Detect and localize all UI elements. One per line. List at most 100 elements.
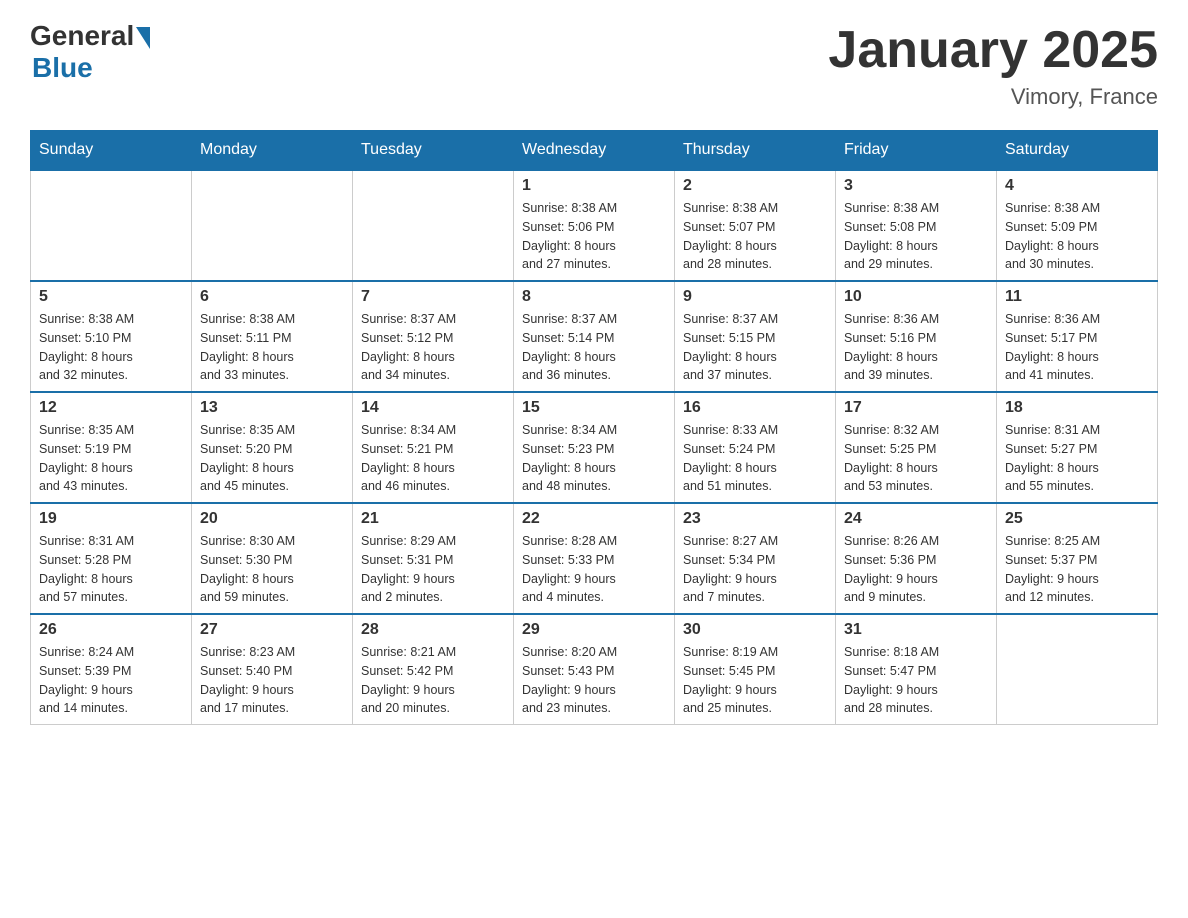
page-header: General Blue January 2025 Vimory, France [30, 20, 1158, 110]
calendar-header-row: SundayMondayTuesdayWednesdayThursdayFrid… [31, 131, 1158, 171]
day-number: 3 [844, 177, 988, 195]
day-number: 10 [844, 288, 988, 306]
day-info: Sunrise: 8:37 AMSunset: 5:12 PMDaylight:… [361, 310, 505, 385]
calendar-cell: 5Sunrise: 8:38 AMSunset: 5:10 PMDaylight… [31, 281, 192, 392]
day-info: Sunrise: 8:38 AMSunset: 5:07 PMDaylight:… [683, 199, 827, 274]
calendar-cell: 2 Sunrise: 8:38 AMSunset: 5:07 PMDaylight… [675, 170, 836, 281]
day-info: Sunrise: 8:19 AMSunset: 5:45 PMDaylight:… [683, 643, 827, 718]
day-number: 20 [200, 510, 344, 528]
calendar-cell: 15 Sunrise: 8:34 AMSunset: 5:23 PMDayligh… [514, 392, 675, 503]
weekday-header-thursday: Thursday [675, 131, 836, 171]
day-info: Sunrise: 8:34 AMSunset: 5:21 PMDaylight:… [361, 421, 505, 496]
day-info: Sunrise: 8:38 AMSunset: 5:06 PMDaylight:… [522, 199, 666, 274]
day-info: Sunrise: 8:38 AMSunset: 5:08 PMDaylight:… [844, 199, 988, 274]
day-info: Sunrise: 8:23 AMSunset: 5:40 PMDaylight:… [200, 643, 344, 718]
day-number: 1 [522, 177, 666, 195]
day-info: Sunrise: 8:18 AMSunset: 5:47 PMDaylight:… [844, 643, 988, 718]
calendar-cell: 12 Sunrise: 8:35 AMSunset: 5:19 PMDayligh… [31, 392, 192, 503]
day-info: Sunrise: 8:31 AMSunset: 5:27 PMDaylight:… [1005, 421, 1149, 496]
day-number: 15 [522, 399, 666, 417]
day-number: 29 [522, 621, 666, 639]
calendar-cell: 20Sunrise: 8:30 AMSunset: 5:30 PMDayligh… [192, 503, 353, 614]
day-number: 31 [844, 621, 988, 639]
calendar-cell: 18 Sunrise: 8:31 AMSunset: 5:27 PMDayligh… [997, 392, 1158, 503]
calendar-cell: 27 Sunrise: 8:23 AMSunset: 5:40 PMDayligh… [192, 614, 353, 725]
day-info: Sunrise: 8:35 AMSunset: 5:20 PMDaylight:… [200, 421, 344, 496]
calendar-table: SundayMondayTuesdayWednesdayThursdayFrid… [30, 130, 1158, 725]
calendar-cell: 10 Sunrise: 8:36 AMSunset: 5:16 PMDayligh… [836, 281, 997, 392]
day-number: 22 [522, 510, 666, 528]
day-number: 11 [1005, 288, 1149, 306]
logo-general-text: General [30, 20, 134, 52]
weekday-header-monday: Monday [192, 131, 353, 171]
title-area: January 2025 Vimory, France [828, 20, 1158, 110]
day-number: 23 [683, 510, 827, 528]
day-number: 28 [361, 621, 505, 639]
calendar-cell: 13Sunrise: 8:35 AMSunset: 5:20 PMDayligh… [192, 392, 353, 503]
day-info: Sunrise: 8:31 AMSunset: 5:28 PMDaylight:… [39, 532, 183, 607]
weekday-header-friday: Friday [836, 131, 997, 171]
day-number: 9 [683, 288, 827, 306]
day-info: Sunrise: 8:35 AMSunset: 5:19 PMDaylight:… [39, 421, 183, 496]
calendar-cell: 26 Sunrise: 8:24 AMSunset: 5:39 PMDayligh… [31, 614, 192, 725]
week-row-5: 26 Sunrise: 8:24 AMSunset: 5:39 PMDayligh… [31, 614, 1158, 725]
week-row-2: 5Sunrise: 8:38 AMSunset: 5:10 PMDaylight… [31, 281, 1158, 392]
day-number: 18 [1005, 399, 1149, 417]
day-info: Sunrise: 8:38 AMSunset: 5:11 PMDaylight:… [200, 310, 344, 385]
logo-blue-text: Blue [32, 52, 93, 84]
day-info: Sunrise: 8:25 AMSunset: 5:37 PMDaylight:… [1005, 532, 1149, 607]
calendar-cell: 19Sunrise: 8:31 AMSunset: 5:28 PMDayligh… [31, 503, 192, 614]
day-number: 16 [683, 399, 827, 417]
day-info: Sunrise: 8:26 AMSunset: 5:36 PMDaylight:… [844, 532, 988, 607]
day-number: 26 [39, 621, 183, 639]
day-number: 25 [1005, 510, 1149, 528]
calendar-cell: 21Sunrise: 8:29 AMSunset: 5:31 PMDayligh… [353, 503, 514, 614]
day-info: Sunrise: 8:33 AMSunset: 5:24 PMDaylight:… [683, 421, 827, 496]
weekday-header-tuesday: Tuesday [353, 131, 514, 171]
day-number: 24 [844, 510, 988, 528]
day-info: Sunrise: 8:20 AMSunset: 5:43 PMDaylight:… [522, 643, 666, 718]
weekday-header-sunday: Sunday [31, 131, 192, 171]
calendar-cell [192, 170, 353, 281]
day-info: Sunrise: 8:27 AMSunset: 5:34 PMDaylight:… [683, 532, 827, 607]
calendar-cell: 24 Sunrise: 8:26 AMSunset: 5:36 PMDayligh… [836, 503, 997, 614]
calendar-cell: 11Sunrise: 8:36 AMSunset: 5:17 PMDayligh… [997, 281, 1158, 392]
day-info: Sunrise: 8:34 AMSunset: 5:23 PMDaylight:… [522, 421, 666, 496]
logo: General Blue [30, 20, 150, 84]
day-info: Sunrise: 8:38 AMSunset: 5:10 PMDaylight:… [39, 310, 183, 385]
calendar-cell: 23 Sunrise: 8:27 AMSunset: 5:34 PMDayligh… [675, 503, 836, 614]
calendar-cell [31, 170, 192, 281]
weekday-header-wednesday: Wednesday [514, 131, 675, 171]
calendar-subtitle: Vimory, France [828, 84, 1158, 110]
day-number: 12 [39, 399, 183, 417]
calendar-cell: 16 Sunrise: 8:33 AMSunset: 5:24 PMDayligh… [675, 392, 836, 503]
calendar-cell [353, 170, 514, 281]
calendar-cell: 29 Sunrise: 8:20 AMSunset: 5:43 PMDayligh… [514, 614, 675, 725]
day-number: 8 [522, 288, 666, 306]
day-number: 27 [200, 621, 344, 639]
day-number: 30 [683, 621, 827, 639]
weekday-header-saturday: Saturday [997, 131, 1158, 171]
calendar-cell: 22 Sunrise: 8:28 AMSunset: 5:33 PMDayligh… [514, 503, 675, 614]
calendar-cell: 14 Sunrise: 8:34 AMSunset: 5:21 PMDayligh… [353, 392, 514, 503]
calendar-cell: 3 Sunrise: 8:38 AMSunset: 5:08 PMDaylight… [836, 170, 997, 281]
calendar-cell: 25 Sunrise: 8:25 AMSunset: 5:37 PMDayligh… [997, 503, 1158, 614]
day-info: Sunrise: 8:21 AMSunset: 5:42 PMDaylight:… [361, 643, 505, 718]
calendar-cell: 9Sunrise: 8:37 AMSunset: 5:15 PMDaylight… [675, 281, 836, 392]
day-info: Sunrise: 8:32 AMSunset: 5:25 PMDaylight:… [844, 421, 988, 496]
day-info: Sunrise: 8:36 AMSunset: 5:16 PMDaylight:… [844, 310, 988, 385]
week-row-3: 12 Sunrise: 8:35 AMSunset: 5:19 PMDayligh… [31, 392, 1158, 503]
day-number: 14 [361, 399, 505, 417]
day-number: 2 [683, 177, 827, 195]
calendar-cell: 6Sunrise: 8:38 AMSunset: 5:11 PMDaylight… [192, 281, 353, 392]
calendar-cell: 8Sunrise: 8:37 AMSunset: 5:14 PMDaylight… [514, 281, 675, 392]
day-number: 4 [1005, 177, 1149, 195]
day-info: Sunrise: 8:29 AMSunset: 5:31 PMDaylight:… [361, 532, 505, 607]
calendar-cell: 1 Sunrise: 8:38 AMSunset: 5:06 PMDaylight… [514, 170, 675, 281]
day-info: Sunrise: 8:38 AMSunset: 5:09 PMDaylight:… [1005, 199, 1149, 274]
day-number: 7 [361, 288, 505, 306]
logo-triangle-icon [136, 27, 150, 49]
calendar-cell: 31 Sunrise: 8:18 AMSunset: 5:47 PMDayligh… [836, 614, 997, 725]
day-info: Sunrise: 8:24 AMSunset: 5:39 PMDaylight:… [39, 643, 183, 718]
day-info: Sunrise: 8:28 AMSunset: 5:33 PMDaylight:… [522, 532, 666, 607]
